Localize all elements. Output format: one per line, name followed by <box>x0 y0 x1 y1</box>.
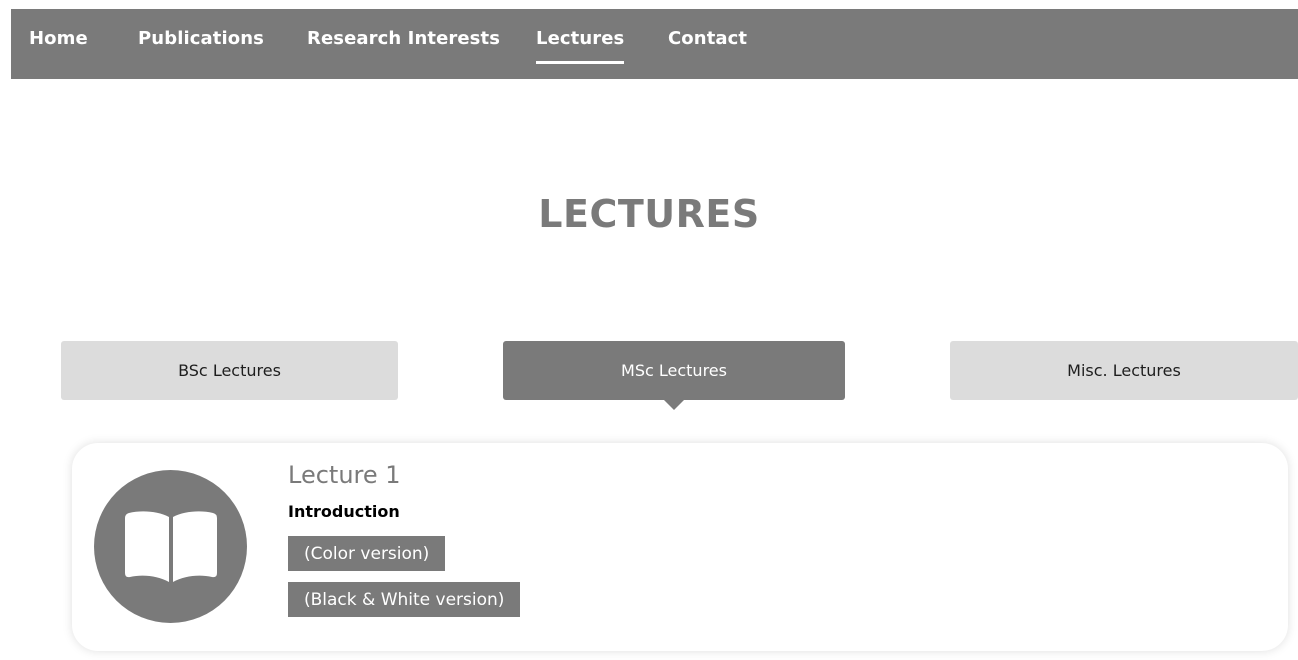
nav-publications-link[interactable]: Publications <box>138 28 264 49</box>
nav-contact-link[interactable]: Contact <box>668 28 747 49</box>
nav-lectures-link[interactable]: Lectures <box>536 28 625 64</box>
open-book-icon <box>124 510 217 582</box>
nav-research-interests-link[interactable]: Research Interests <box>307 28 500 49</box>
color-version-button[interactable]: (Color version) <box>288 536 446 571</box>
tab-misc-lectures[interactable]: Misc. Lectures <box>950 341 1298 400</box>
tab-label: BSc Lectures <box>178 361 281 380</box>
tab-label: Misc. Lectures <box>1067 361 1181 380</box>
black-white-version-button[interactable]: (Black & White version) <box>288 582 521 617</box>
lecture-title: Lecture 1 <box>288 461 401 489</box>
top-navbar: Home Publications Research Interests Lec… <box>11 9 1298 79</box>
tab-msc-lectures[interactable]: MSc Lectures <box>503 341 845 410</box>
lecture-subtitle: Introduction <box>288 502 400 521</box>
lecture-card: Lecture 1 Introduction (Color version) (… <box>72 443 1288 651</box>
nav-home-link[interactable]: Home <box>29 28 88 49</box>
book-icon-circle <box>94 470 247 623</box>
page-title: LECTURES <box>538 192 760 236</box>
tab-label: MSc Lectures <box>621 361 727 380</box>
tab-bsc-lectures[interactable]: BSc Lectures <box>61 341 398 400</box>
